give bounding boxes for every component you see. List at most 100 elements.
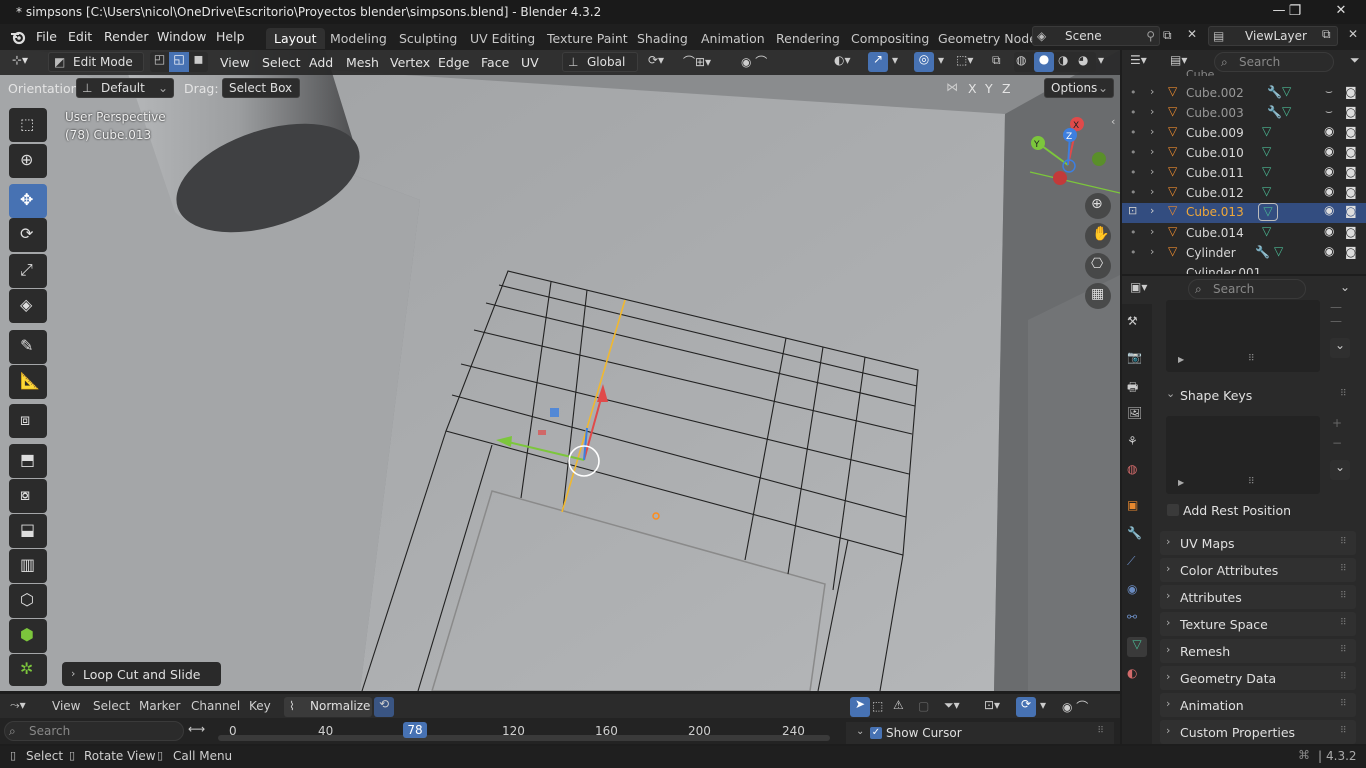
knife-tool[interactable]: ⬡: [9, 584, 47, 618]
expand-icon[interactable]: ›: [1150, 125, 1154, 138]
tab-texture-paint[interactable]: Texture Paint: [539, 28, 636, 49]
filter-icon[interactable]: ⏷▾: [944, 698, 960, 713]
summary-icon[interactable]: ▢: [918, 699, 929, 713]
swap-icon[interactable]: ⟷: [188, 722, 205, 736]
add-shape-key-icon[interactable]: +: [1332, 416, 1342, 430]
vertex-groups-list[interactable]: ▶ ⠿: [1166, 300, 1320, 372]
outliner-row[interactable]: • › ▽ Cube.009 ▽ ◉ ◙: [1122, 124, 1366, 144]
camera-view-button[interactable]: ⎔: [1085, 253, 1111, 279]
drag-handle-icon[interactable]: ⠿: [1340, 645, 1350, 655]
drag-handle-icon[interactable]: ⠿: [1340, 564, 1350, 574]
add-cube-tool[interactable]: ⧈: [9, 404, 47, 438]
render-camera-icon[interactable]: ◙: [1345, 245, 1357, 259]
only-selected-icon[interactable]: ➤: [850, 697, 870, 717]
new-scene-icon[interactable]: ⧉: [1163, 28, 1172, 43]
viewport-menu-vertex[interactable]: Vertex: [390, 55, 430, 70]
eye-icon[interactable]: ◉: [1324, 203, 1334, 217]
add-rest-position-checkbox[interactable]: [1167, 504, 1179, 516]
panel-attributes[interactable]: › Attributes ⠿: [1160, 585, 1356, 609]
outliner-item-partial[interactable]: Cube: [1186, 68, 1214, 76]
timeline-search[interactable]: ⌕ Search: [4, 721, 184, 741]
outliner-row[interactable]: • › ▽ Cube.014 ▽ ◉ ◙: [1122, 224, 1366, 244]
menu-window[interactable]: Window: [157, 28, 206, 46]
outliner-row[interactable]: • › ▽ Cube.002 🔧 ▽ ⌣ ◙: [1122, 84, 1366, 104]
extrude-tool[interactable]: ⬒: [9, 444, 47, 478]
edge-select-icon[interactable]: ◱: [169, 52, 189, 72]
outliner-row[interactable]: • › ▽ Cube.003 🔧 ▽ ⌣ ◙: [1122, 104, 1366, 124]
expand-icon[interactable]: ›: [1150, 204, 1154, 217]
gizmo-z-label[interactable]: Z: [1066, 132, 1072, 142]
physics-tab-icon[interactable]: ◉: [1127, 582, 1147, 602]
select-box-tool[interactable]: ⬚: [9, 108, 47, 142]
gizmo-x-label[interactable]: X: [1073, 121, 1079, 131]
timeline-editor-icon[interactable]: ⤳▾: [10, 698, 26, 713]
gizmo-y-label[interactable]: Y: [1033, 140, 1040, 150]
expand-icon[interactable]: ›: [1150, 85, 1154, 98]
visibility-icon[interactable]: ◐▾: [834, 53, 851, 67]
drag-handle-icon[interactable]: ⠿: [1340, 537, 1350, 547]
panel-color-attributes[interactable]: › Color Attributes ⠿: [1160, 558, 1356, 582]
tab-layout[interactable]: Layout: [266, 28, 325, 49]
outliner-editor-icon[interactable]: ☰▾: [1130, 53, 1147, 67]
expand-icon[interactable]: ›: [1150, 225, 1154, 238]
menu-help[interactable]: Help: [216, 28, 245, 46]
outliner-row-selected[interactable]: ⊡ › ▽ Cube.013 ▽ ◉ ◙: [1122, 203, 1366, 223]
menu-render[interactable]: Render: [104, 28, 149, 46]
remove-shape-key-icon[interactable]: −: [1332, 436, 1342, 450]
close-button[interactable]: ✕: [1318, 0, 1364, 24]
panel-uv-maps[interactable]: › UV Maps ⠿: [1160, 531, 1356, 555]
panel-geometry-data[interactable]: › Geometry Data ⠿: [1160, 666, 1356, 690]
only-errors-icon[interactable]: ⚠: [893, 698, 904, 712]
loop-cut-tool[interactable]: ▥: [9, 549, 47, 583]
proportional-falloff-icon[interactable]: ◉ ⌒: [1062, 698, 1088, 715]
vertex-select-icon[interactable]: ◰: [150, 52, 169, 72]
panel-animation[interactable]: › Animation ⠿: [1160, 693, 1356, 717]
viewport-menu-select[interactable]: Select: [262, 55, 301, 70]
timeline-menu-select[interactable]: Select: [93, 699, 130, 713]
bevel-tool[interactable]: ⬓: [9, 514, 47, 548]
drag-handle-icon[interactable]: ⠿: [1340, 389, 1350, 399]
tab-compositing[interactable]: Compositing: [843, 28, 937, 49]
face-select-icon[interactable]: ◼: [189, 52, 208, 72]
timeline-menu-view[interactable]: View: [52, 699, 80, 713]
show-cursor-checkbox[interactable]: ✓: [870, 727, 882, 739]
eye-icon[interactable]: ◉: [1324, 124, 1334, 138]
scene-tab-icon[interactable]: ⚘: [1127, 434, 1147, 454]
viewport-menu-mesh[interactable]: Mesh: [346, 55, 379, 70]
move-tool[interactable]: ✥: [9, 184, 47, 218]
drag-handle-icon[interactable]: ⠿: [1340, 672, 1350, 682]
wireframe-shading-icon[interactable]: ◍: [1016, 53, 1026, 67]
render-tab-icon[interactable]: 📷: [1127, 350, 1147, 370]
scale-tool[interactable]: ⤢: [9, 254, 47, 288]
editor-type-icon[interactable]: ⊹▾: [12, 53, 28, 67]
menu-edit[interactable]: Edit: [68, 28, 92, 46]
panel-remesh[interactable]: › Remesh ⠿: [1160, 639, 1356, 663]
menu-file[interactable]: File: [36, 28, 57, 46]
last-operator-panel[interactable]: › Loop Cut and Slide: [62, 662, 221, 686]
pan-button[interactable]: ✋: [1085, 223, 1111, 249]
mesh-overlay-icon[interactable]: ⬚▾: [956, 53, 973, 67]
drag-dropdown[interactable]: Select Box: [222, 78, 300, 98]
outliner-item-partial[interactable]: Cylinder.001: [1186, 266, 1261, 274]
particles-tab-icon[interactable]: ⟋: [1127, 554, 1147, 574]
ortho-toggle-button[interactable]: ▦: [1085, 283, 1111, 309]
outliner-row[interactable]: • › ▽ Cylinder 🔧 ▽ ◉ ◙: [1122, 244, 1366, 264]
timeline-menu-marker[interactable]: Marker: [139, 699, 180, 713]
chevron-down-icon[interactable]: ⌄: [856, 726, 864, 737]
snapping-icon[interactable]: ⌒⊞▾: [683, 53, 711, 70]
zoom-button[interactable]: ⊕: [1085, 193, 1111, 219]
render-camera-icon[interactable]: ◙: [1345, 125, 1357, 139]
rendered-shading-icon[interactable]: ◕: [1078, 53, 1088, 67]
proportional-editing-icon[interactable]: ◉ ⌒: [741, 53, 767, 70]
overlays-toggle-icon[interactable]: ◎: [914, 52, 934, 72]
mirror-x-toggle[interactable]: X: [968, 81, 977, 96]
outliner-row[interactable]: • › ▽ Cube.012 ▽ ◉ ◙: [1122, 184, 1366, 204]
3d-viewport[interactable]: X Y Z: [0, 50, 1120, 691]
rotate-tool[interactable]: ⟳: [9, 218, 47, 252]
view-layer-selector[interactable]: ▤ ViewLayer: [1208, 26, 1338, 46]
list-resize-handle[interactable]: ⠿: [1248, 354, 1255, 364]
normalize-toggle[interactable]: ⌇ Normalize: [284, 697, 372, 717]
properties-editor-icon[interactable]: ▣▾: [1130, 280, 1147, 294]
measure-tool[interactable]: 📐: [9, 365, 47, 399]
list-expand-icon[interactable]: ▶: [1178, 478, 1184, 487]
